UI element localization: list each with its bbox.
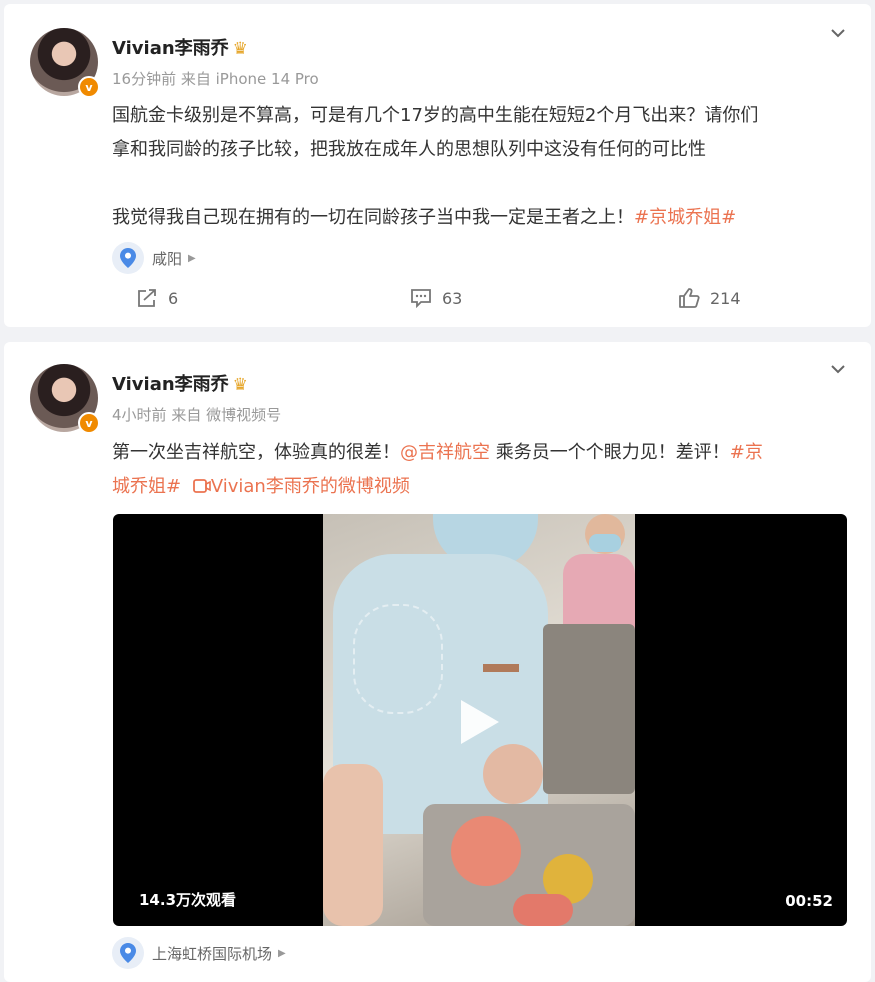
post-time[interactable]: 4小时前	[112, 406, 167, 424]
hashtag-link[interactable]: 城乔姐#	[112, 476, 181, 497]
like-count: 214	[710, 288, 741, 308]
hashtag-link[interactable]: #京	[730, 442, 763, 463]
post-text-line: 我觉得我自己现在拥有的一切在同龄孩子当中我一定是王者之上！#京城乔姐#	[112, 201, 852, 235]
chevron-right-icon: ▶	[278, 947, 286, 959]
post-source: 来自 微博视频号	[171, 406, 282, 424]
post-source: 来自 iPhone 14 Pro	[180, 70, 319, 88]
post-text-line: 城乔姐# Vivian李雨乔的微博视频	[112, 470, 852, 504]
comment-icon	[411, 289, 431, 308]
repost-button[interactable]: 6	[136, 288, 178, 308]
post-meta: 16分钟前 来自 iPhone 14 Pro	[112, 68, 319, 89]
post-text: 第一次坐吉祥航空，体验真的很差！@吉祥航空 乘务员一个个眼力见！差评！#京 城乔…	[112, 436, 852, 504]
mention-link[interactable]: @吉祥航空	[400, 442, 490, 463]
location-pin-icon	[112, 242, 144, 274]
video-duration: 00:52	[785, 892, 833, 910]
comment-count: 63	[442, 288, 463, 308]
post-text-line: 第一次坐吉祥航空，体验真的很差！@吉祥航空 乘务员一个个眼力见！差评！#京	[112, 436, 852, 470]
verified-badge-icon: v	[78, 412, 100, 434]
username-row: Vivian李雨乔 ♛	[112, 370, 248, 396]
location-pin-icon	[112, 937, 144, 969]
crown-icon: ♛	[232, 39, 248, 59]
comment-button[interactable]: 63	[410, 288, 462, 308]
video-views: 14.3万次观看	[139, 891, 237, 909]
username-link[interactable]: Vivian李雨乔	[112, 374, 229, 395]
location-tag[interactable]: 上海虹桥国际机场 ▶	[112, 937, 286, 969]
repost-count: 6	[168, 288, 179, 308]
action-bar: 6 63 214	[4, 288, 871, 318]
play-icon[interactable]	[461, 700, 499, 744]
chevron-down-icon[interactable]	[829, 360, 847, 378]
post-time[interactable]: 16分钟前	[112, 70, 176, 88]
chevron-right-icon: ▶	[188, 252, 196, 264]
like-icon	[679, 288, 700, 308]
post-text-part: 乘务员一个个眼力见！差评！	[490, 442, 730, 463]
chevron-down-icon[interactable]	[829, 24, 847, 42]
post-card-1: v Vivian李雨乔 ♛ 16分钟前 来自 iPhone 14 Pro 国航金卡…	[4, 4, 871, 327]
crown-icon: ♛	[232, 375, 248, 395]
location-label: 咸阳	[152, 249, 183, 268]
avatar[interactable]: v	[30, 364, 100, 434]
post-text: 国航金卡级别是不算高，可是有几个17岁的高中生能在短短2个月飞出来？请你们 拿和…	[112, 99, 852, 235]
post-card-2: v Vivian李雨乔 ♛ 4小时前 来自 微博视频号 第一次坐吉祥航空，体验真的…	[4, 342, 871, 982]
video-player[interactable]: 14.3万次观看 00:52	[113, 514, 847, 926]
post-text-line-3: 我觉得我自己现在拥有的一切在同龄孩子当中我一定是王者之上！	[112, 207, 634, 228]
post-text-line: 拿和我同龄的孩子比较，把我放在成年人的思想队列中这没有任何的可比性	[112, 139, 706, 160]
repost-icon	[138, 289, 156, 307]
video-link-icon	[192, 479, 211, 493]
verified-badge-icon: v	[78, 76, 100, 98]
username-link[interactable]: Vivian李雨乔	[112, 38, 229, 59]
location-label: 上海虹桥国际机场	[152, 944, 273, 963]
username-row: Vivian李雨乔 ♛	[112, 34, 248, 60]
post-text-part: 第一次坐吉祥航空，体验真的很差！	[112, 442, 400, 463]
like-button[interactable]: 214	[678, 288, 741, 308]
video-link[interactable]: Vivian李雨乔的微博视频	[192, 476, 410, 497]
hashtag-link[interactable]: #京城乔姐#	[634, 207, 736, 228]
video-link-label: Vivian李雨乔的微博视频	[210, 476, 410, 497]
post-meta: 4小时前 来自 微博视频号	[112, 404, 281, 425]
location-tag[interactable]: 咸阳 ▶	[112, 242, 196, 274]
avatar[interactable]: v	[30, 28, 100, 98]
post-text-line: 国航金卡级别是不算高，可是有几个17岁的高中生能在短短2个月飞出来？请你们	[112, 105, 759, 126]
